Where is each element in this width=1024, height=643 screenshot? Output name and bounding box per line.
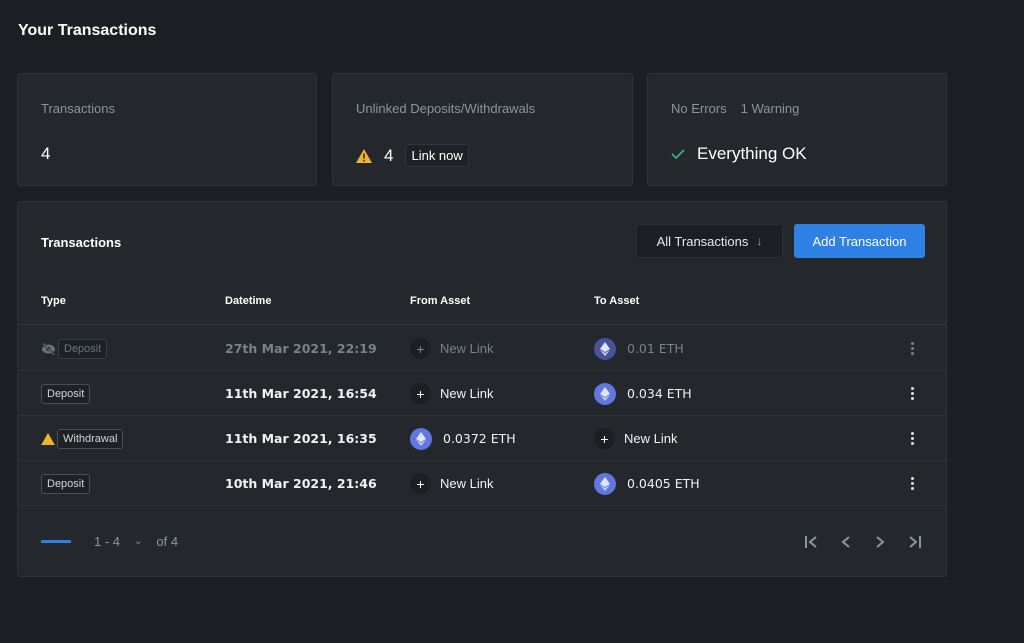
- more-options-icon[interactable]: [906, 386, 918, 402]
- page-title: Your Transactions: [18, 22, 157, 39]
- row-actions: [906, 461, 918, 506]
- datetime-cell: 27th Mar 2021, 22:19: [225, 341, 377, 356]
- filter-dropdown[interactable]: All Transactions ↓: [636, 224, 783, 258]
- status-text: Everything OK: [697, 144, 807, 163]
- page-range-select[interactable]: 1 - 4: [94, 534, 120, 549]
- eth-icon: [410, 427, 432, 450]
- page-total: of 4: [156, 534, 179, 549]
- from-asset-cell: + New Link: [410, 326, 493, 371]
- unlinked-count: 4: [384, 145, 394, 165]
- card-label: Unlinked Deposits/Withdrawals: [356, 101, 536, 116]
- pagination-nav: [802, 532, 924, 552]
- warning-icon: [356, 148, 372, 163]
- column-header-from-asset[interactable]: From Asset: [410, 295, 470, 307]
- status-card: No Errors 1 Warning Everything OK: [647, 73, 947, 186]
- from-new-link[interactable]: New Link: [440, 386, 493, 401]
- transactions-count: 4: [41, 144, 51, 163]
- to-amount: 0.0405 ETH: [627, 476, 700, 491]
- column-header-type[interactable]: Type: [41, 295, 66, 307]
- to-new-link[interactable]: New Link: [624, 431, 677, 446]
- table-row[interactable]: Deposit 11th Mar 2021, 16:54 + New Link 0.03…: [18, 371, 946, 416]
- check-icon: [671, 149, 685, 160]
- first-page-icon[interactable]: [802, 532, 822, 552]
- type-cell: Deposit: [41, 461, 91, 506]
- more-options-icon[interactable]: [906, 431, 918, 447]
- row-actions: [906, 326, 918, 371]
- transactions-panel: Transactions All Transactions ↓ Add Tran…: [17, 201, 947, 577]
- type-badge: Deposit: [41, 473, 91, 494]
- column-header-datetime[interactable]: Datetime: [225, 295, 271, 307]
- datetime-cell: 10th Mar 2021, 21:46: [225, 476, 377, 491]
- type-badge: Withdrawal: [57, 428, 124, 449]
- last-page-icon[interactable]: [904, 532, 924, 552]
- from-asset-cell: + New Link: [410, 461, 493, 506]
- from-new-link[interactable]: New Link: [440, 341, 493, 356]
- eth-icon: [594, 337, 616, 360]
- plus-icon[interactable]: +: [410, 383, 431, 404]
- next-page-icon[interactable]: [870, 532, 890, 552]
- link-now-button[interactable]: Link now: [405, 144, 469, 167]
- table-header: Type Datetime From Asset To Asset: [18, 288, 946, 325]
- add-transaction-button[interactable]: Add Transaction: [794, 224, 925, 258]
- to-amount: 0.01 ETH: [627, 341, 684, 356]
- type-cell: Deposit: [41, 326, 108, 371]
- pagination-progress: [41, 540, 71, 543]
- table-row[interactable]: Deposit 10th Mar 2021, 21:46 + New Link 0.04…: [18, 461, 946, 506]
- to-asset-cell: 0.01 ETH: [594, 326, 684, 371]
- eye-off-icon[interactable]: [41, 342, 56, 355]
- to-asset-cell: + New Link: [594, 416, 677, 461]
- pagination-range: 1 - 4 ⌄ of 4: [94, 534, 178, 549]
- plus-icon[interactable]: +: [410, 473, 431, 494]
- more-options-icon[interactable]: [906, 341, 918, 357]
- to-amount: 0.034 ETH: [627, 386, 692, 401]
- previous-page-icon[interactable]: [836, 532, 856, 552]
- transactions-count-card: Transactions 4: [17, 73, 317, 186]
- eth-icon: [594, 472, 616, 495]
- from-new-link[interactable]: New Link: [440, 476, 493, 491]
- unlinked-card: Unlinked Deposits/Withdrawals 4 Link now: [332, 73, 633, 186]
- row-actions: [906, 371, 918, 416]
- type-cell: Withdrawal: [41, 416, 124, 461]
- plus-icon[interactable]: +: [594, 428, 615, 449]
- type-badge: Deposit: [58, 338, 108, 359]
- card-label: Transactions: [41, 101, 115, 116]
- warnings-label: 1 Warning: [740, 101, 800, 116]
- plus-icon[interactable]: +: [410, 338, 431, 359]
- type-cell: Deposit: [41, 371, 91, 416]
- type-badge: Deposit: [41, 383, 91, 404]
- to-asset-cell: 0.0405 ETH: [594, 461, 700, 506]
- from-asset-cell: + New Link: [410, 371, 493, 416]
- table-row[interactable]: Deposit 27th Mar 2021, 22:19 + New Link 0.01…: [18, 326, 946, 371]
- row-actions: [906, 416, 918, 461]
- datetime-cell: 11th Mar 2021, 16:54: [225, 386, 377, 401]
- to-asset-cell: 0.034 ETH: [594, 371, 692, 416]
- panel-title: Transactions: [41, 235, 122, 250]
- from-amount: 0.0372 ETH: [443, 431, 516, 446]
- warning-icon: [41, 432, 55, 445]
- chevron-down-icon[interactable]: ⌄: [134, 536, 142, 547]
- errors-label: No Errors: [671, 101, 727, 116]
- eth-icon: [594, 382, 616, 405]
- more-options-icon[interactable]: [906, 476, 918, 492]
- from-asset-cell: 0.0372 ETH: [410, 416, 516, 461]
- datetime-cell: 11th Mar 2021, 16:35: [225, 431, 377, 446]
- arrow-down-icon: ↓: [756, 234, 763, 248]
- column-header-to-asset[interactable]: To Asset: [594, 295, 639, 307]
- table-row[interactable]: Withdrawal 11th Mar 2021, 16:35 0.0372 ETH…: [18, 416, 946, 461]
